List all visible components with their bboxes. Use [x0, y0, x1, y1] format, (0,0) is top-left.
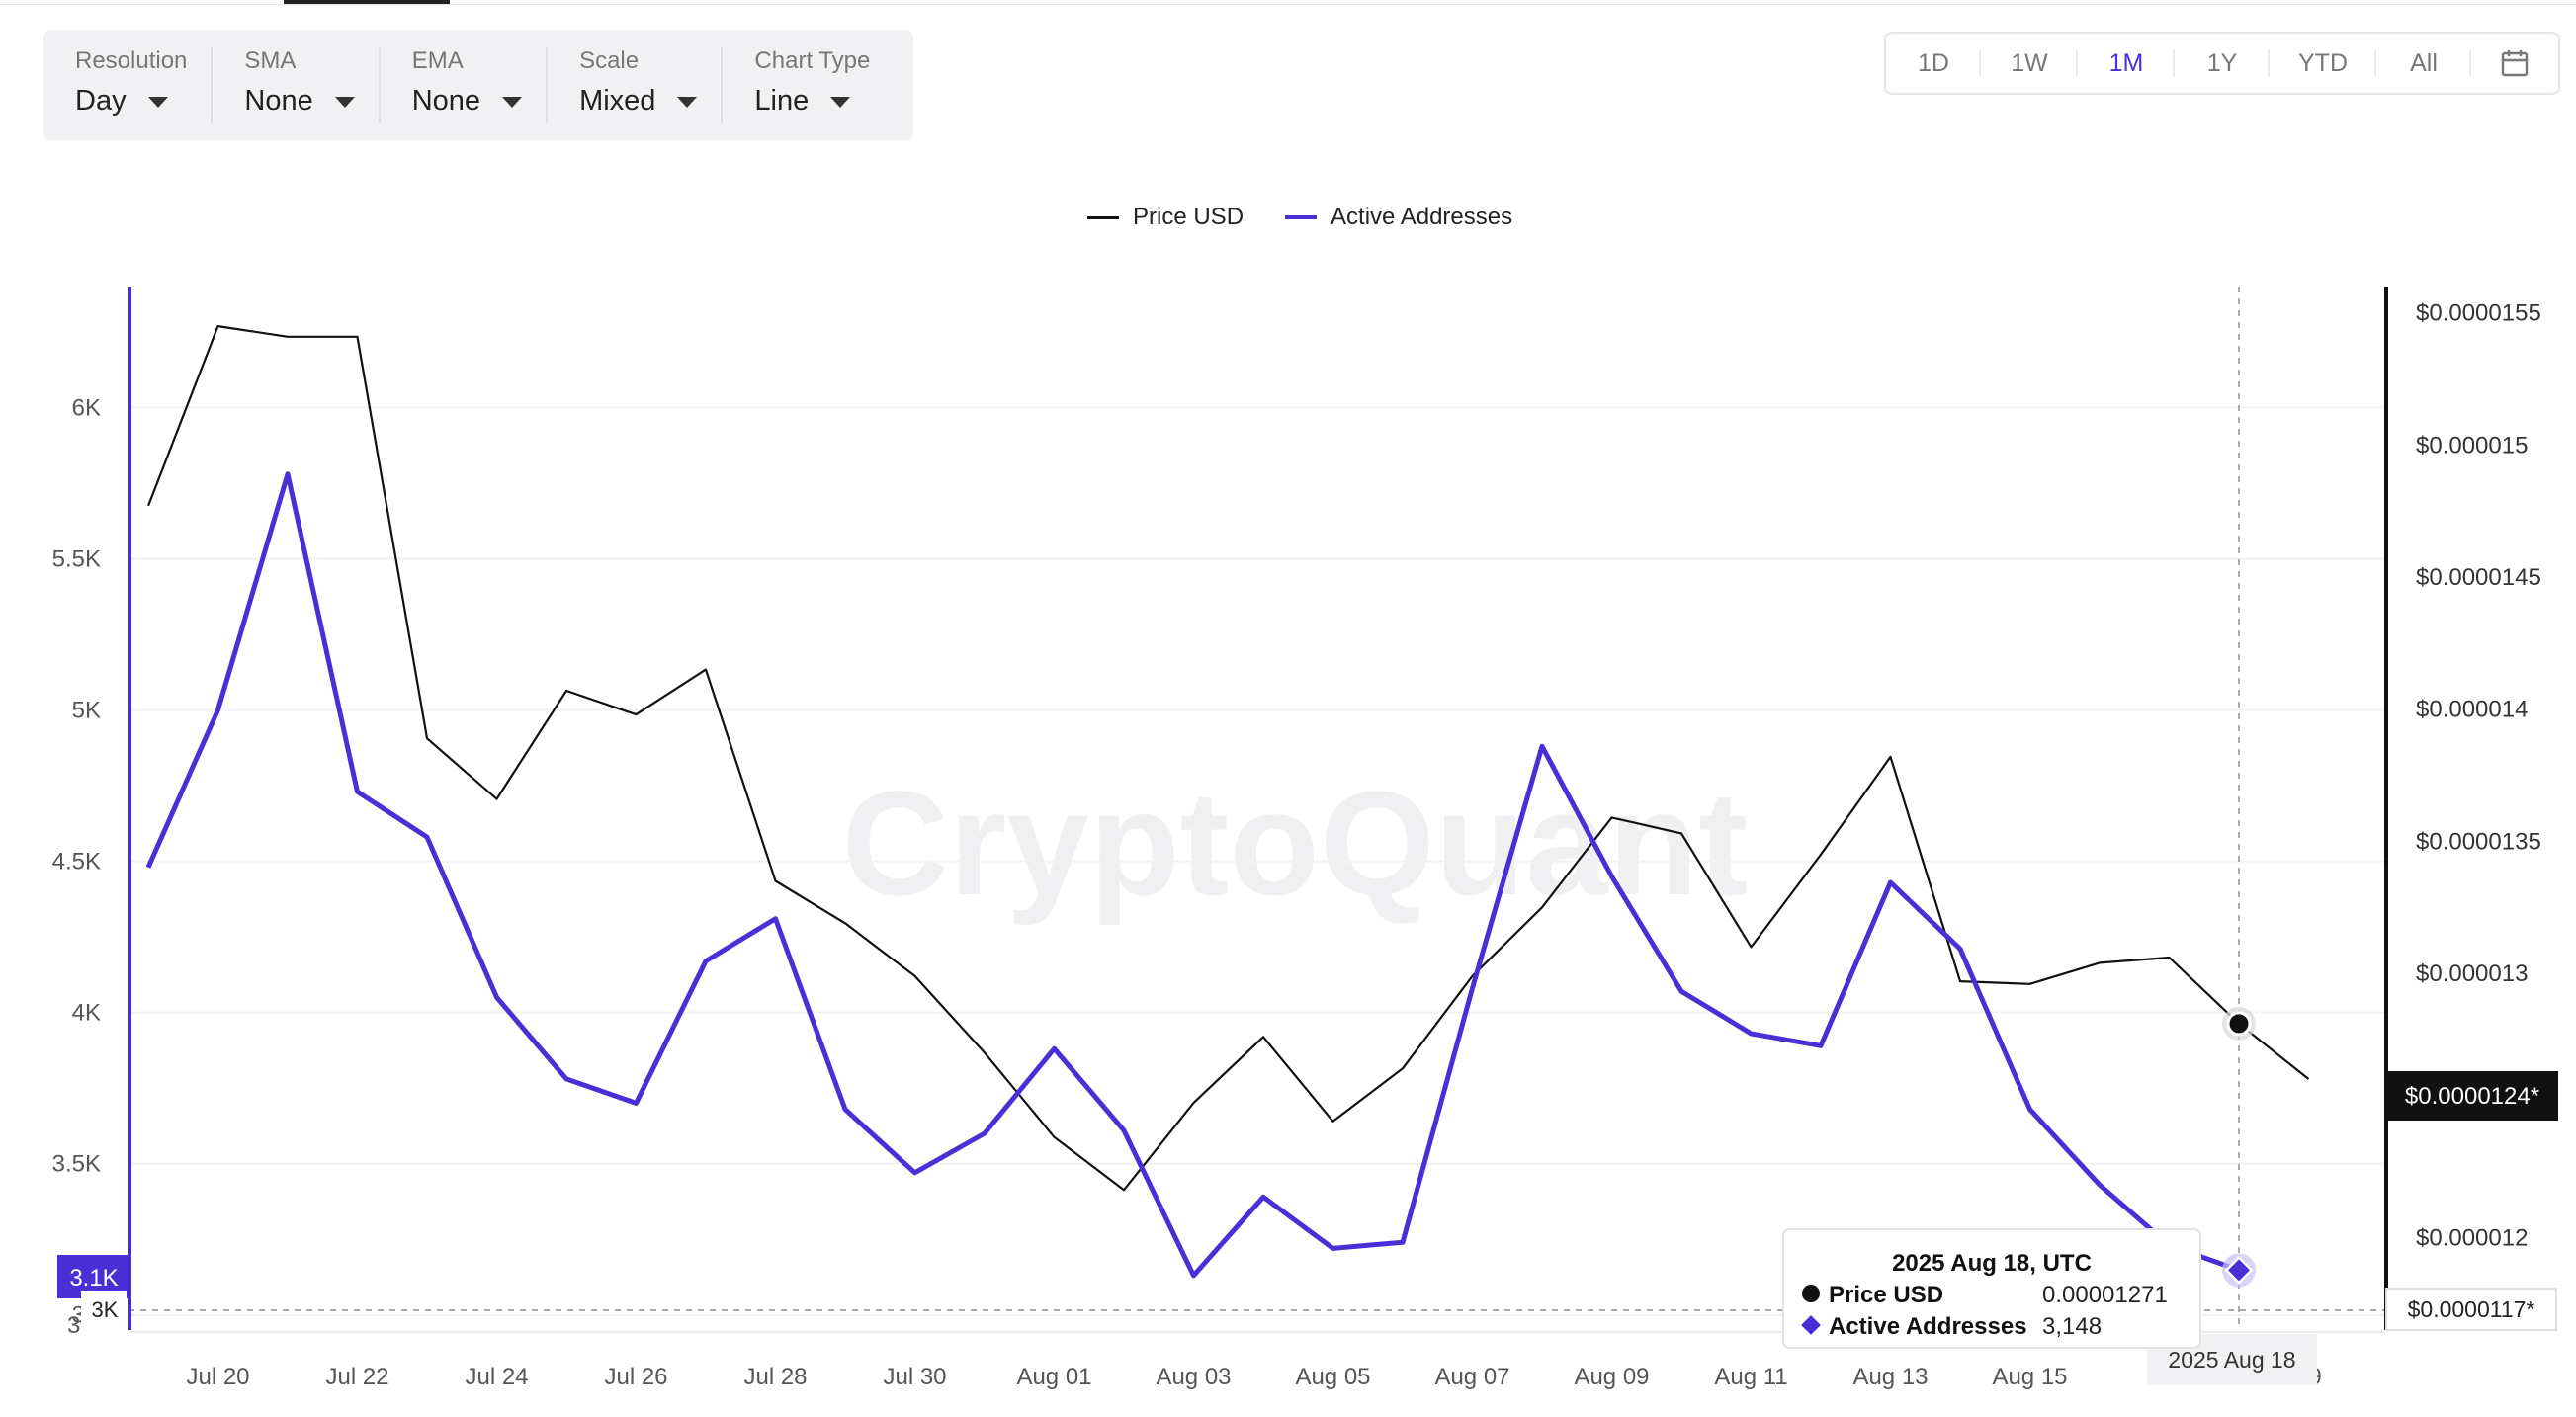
- crosshair-date-label: 2025 Aug 18: [2168, 1347, 2295, 1373]
- y-left-tick-label: 5.5K: [52, 545, 101, 572]
- y-left-tick-label: 4K: [72, 1000, 101, 1027]
- x-tick-label: Jul 22: [325, 1364, 388, 1390]
- y-right-tick-label: $0.0000135: [2416, 828, 2541, 855]
- y-left-tick-label: 5K: [72, 698, 101, 724]
- price-series: [146, 325, 2310, 1192]
- x-tick-label: Jul 24: [465, 1364, 528, 1390]
- y-left-tick-label: 6K: [72, 394, 101, 421]
- tooltip-price-value: 0.00001271: [2042, 1282, 2168, 1308]
- x-tick-label: Aug 15: [1992, 1364, 2067, 1390]
- chart-canvas[interactable]: CryptoQuant 3K 3.5K 4K 4.5K 5K 5.5K 6K $0.00001…: [0, 0, 2576, 1417]
- price-point: [2226, 1011, 2252, 1037]
- overlay: 3.1K 3 3K $0.0000124* $0.0000117* 2025 Aug 18…: [57, 1006, 2558, 1385]
- left-reference-value-label: 3K: [92, 1297, 119, 1322]
- x-tick-label: Jul 30: [883, 1364, 946, 1390]
- tooltip: 2025 Aug 18, UTC Price USD 0.00001271 Activ…: [1782, 1228, 2201, 1349]
- y-right-tick-label: $0.0000145: [2416, 564, 2541, 591]
- y-left-tick-label: 4.5K: [52, 849, 101, 875]
- y-right-tick-label: $0.000012: [2416, 1224, 2528, 1251]
- x-tick-label: Aug 11: [1714, 1364, 1787, 1390]
- x-tick-label: Aug 05: [1295, 1364, 1370, 1390]
- tooltip-price-marker: [1802, 1285, 1820, 1302]
- x-tick-label: Jul 26: [604, 1364, 667, 1390]
- x-tick-label: Aug 03: [1156, 1364, 1231, 1390]
- x-tick-label: Aug 13: [1852, 1364, 1928, 1390]
- y-right-tick-label: $0.0000155: [2416, 300, 2541, 327]
- x-tick-label: Aug 09: [1574, 1364, 1649, 1390]
- y-right-tick-label: $0.000015: [2416, 432, 2528, 458]
- y-right-tick-label: $0.000014: [2416, 697, 2528, 723]
- x-tick-label: Jul 20: [186, 1364, 249, 1390]
- tooltip-aa-name: Active Addresses: [1829, 1313, 2027, 1340]
- left-partial-label: 3: [67, 1312, 80, 1339]
- x-tick-label: Aug 07: [1434, 1364, 1509, 1390]
- x-tick-label: Jul 28: [743, 1364, 807, 1390]
- y-right-tick-label: $0.000013: [2416, 960, 2528, 987]
- tooltip-aa-value: 3,148: [2042, 1313, 2102, 1340]
- right-reference-value-label: $0.0000117*: [2408, 1296, 2535, 1322]
- price-line: [146, 325, 2310, 1192]
- y-left-tick-label: 3.5K: [52, 1151, 101, 1178]
- tooltip-date: 2025 Aug 18, UTC: [1892, 1250, 2092, 1277]
- tooltip-price-name: Price USD: [1829, 1282, 1943, 1308]
- watermark: CryptoQuant: [842, 760, 1749, 926]
- x-tick-label: Aug 01: [1016, 1364, 1091, 1390]
- right-current-value-label: $0.0000124*: [2405, 1083, 2539, 1110]
- left-current-value-label: 3.1K: [69, 1265, 118, 1292]
